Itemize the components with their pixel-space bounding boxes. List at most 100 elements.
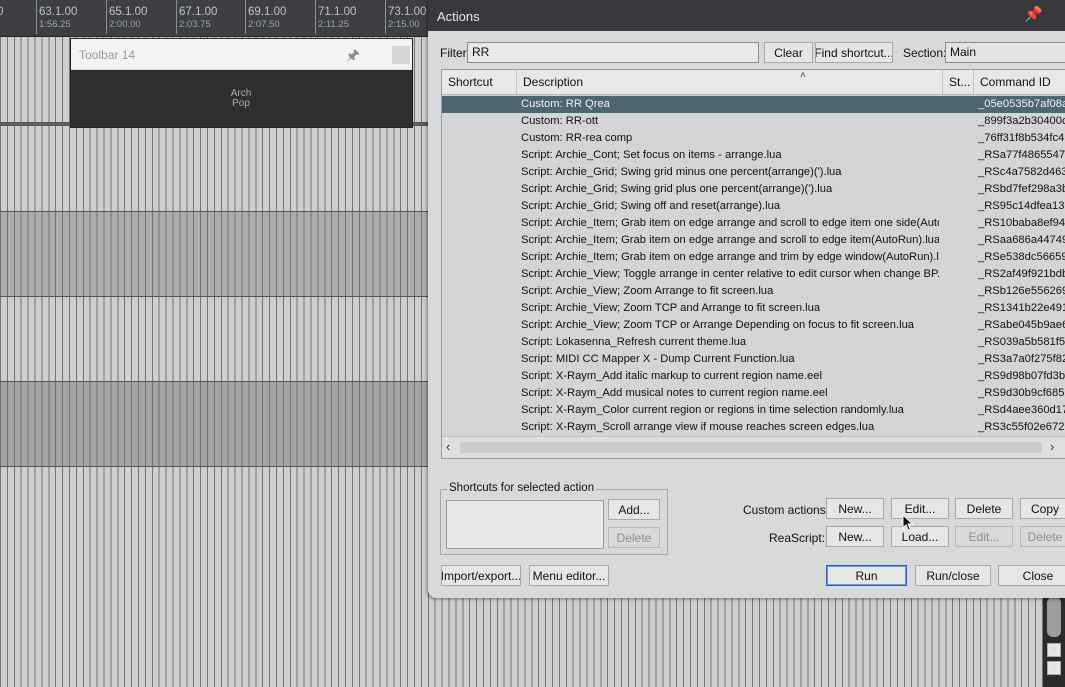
table-row[interactable]: Script: X-Raym_Add musical notes to curr…: [442, 385, 1065, 402]
reascript-new-button[interactable]: New...: [826, 526, 884, 547]
close-button[interactable]: Close: [998, 565, 1065, 586]
action-description: Script: Archie_View; Toggle arrange in c…: [521, 268, 939, 280]
table-row[interactable]: Script: Archie_View; Zoom Arrange to fit…: [442, 283, 1065, 300]
action-command-id: _RS9d98b07fd3b: [978, 370, 1065, 382]
pin-icon[interactable]: 📌: [1024, 5, 1043, 23]
scroll-right-icon[interactable]: ›: [1050, 439, 1054, 454]
run-close-button[interactable]: Run/close: [915, 565, 991, 586]
horizontal-scrollbar[interactable]: ‹ ›: [442, 436, 1065, 458]
clear-button[interactable]: Clear: [764, 42, 813, 63]
ruler-tick: 69.1.00 2:07.50: [244, 0, 287, 34]
ruler-tick: 73.1.00 2:15.00: [384, 0, 427, 34]
scrollbar-thumb[interactable]: [1047, 597, 1061, 637]
table-row[interactable]: Custom: RR-rea comp _76ff31f8b534fc4: [442, 130, 1065, 147]
table-row[interactable]: Custom: RR Qrea _05e0535b7af08a: [442, 96, 1065, 113]
column-header-shortcut[interactable]: Shortcut: [442, 70, 517, 94]
action-command-id: _RS3c55f02e672: [978, 421, 1065, 433]
scroll-left-icon[interactable]: ‹: [446, 439, 450, 454]
reascript-delete-button[interactable]: Delete: [1020, 526, 1065, 547]
scroll-down-icon[interactable]: ▼: [1047, 643, 1061, 657]
mouse-cursor-icon: [902, 514, 914, 532]
actions-list[interactable]: Shortcut Description ˄ St... Command ID …: [441, 69, 1065, 459]
action-command-id: _RSabe045b9ae6: [978, 319, 1065, 331]
action-description: Script: Archie_View; Zoom TCP or Arrange…: [521, 319, 915, 331]
table-row[interactable]: Script: X-Raym_Add italic markup to curr…: [442, 368, 1065, 385]
column-header-command-id[interactable]: Command ID: [974, 70, 1065, 94]
filter-label: Filter:: [440, 46, 470, 60]
custom-action-edit-button[interactable]: Edit...: [891, 498, 949, 519]
run-button[interactable]: Run: [826, 565, 907, 586]
toolbar-close-button[interactable]: [392, 46, 410, 64]
zoom-in-icon[interactable]: +: [1047, 661, 1061, 675]
reascript-load-button[interactable]: Load...: [891, 526, 949, 547]
table-row[interactable]: Script: Archie_View; Toggle arrange in c…: [442, 266, 1065, 283]
action-description: Script: Archie_Item; Grab item on edge a…: [521, 234, 939, 246]
table-row[interactable]: Script: X-Raym_Color current region or r…: [442, 402, 1065, 419]
table-row[interactable]: Script: Lokasenna_Refresh current theme.…: [442, 334, 1065, 351]
ruler-bar-label: 69.1.00: [248, 6, 287, 18]
action-command-id: _RSb126e556269: [978, 285, 1065, 297]
action-description: Script: X-Raym_Color current region or r…: [521, 404, 904, 416]
action-command-id: _RS039a5b581f5: [978, 336, 1065, 348]
action-description: Custom: RR Qrea: [521, 98, 610, 110]
delete-shortcut-button[interactable]: Delete: [608, 527, 660, 548]
toolbar-action-button[interactable]: Arch Pop: [221, 89, 261, 109]
table-row[interactable]: Script: Archie_View; Zoom TCP and Arrang…: [442, 300, 1065, 317]
table-row[interactable]: Script: Archie_Item; Grab item on edge a…: [442, 249, 1065, 266]
section-select[interactable]: Main: [945, 42, 1065, 63]
import-export-button[interactable]: Import/export...: [441, 565, 521, 586]
column-header-description[interactable]: Description ˄: [517, 70, 943, 94]
custom-action-copy-button[interactable]: Copy: [1020, 498, 1065, 519]
toolbar-window: Toolbar 14 🖈 Arch Pop: [70, 38, 413, 128]
table-row[interactable]: Script: Archie_Item; Grab item on edge a…: [442, 215, 1065, 232]
action-command-id: _RS1341b22e491: [978, 302, 1065, 314]
table-row[interactable]: Script: Archie_View; Zoom TCP or Arrange…: [442, 317, 1065, 334]
table-row[interactable]: Script: X-Raym_Scroll arrange view if mo…: [442, 419, 1065, 436]
reascript-edit-button[interactable]: Edit...: [955, 526, 1013, 547]
action-description: Script: Archie_Item; Grab item on edge a…: [521, 251, 939, 263]
ruler-tick: 67.1.00 2:03.75: [175, 0, 218, 34]
action-command-id: _RSaa686a44749: [978, 234, 1065, 246]
ruler-bar-label: 73.1.00: [388, 6, 427, 18]
table-row[interactable]: Custom: RR-ott _899f3a2b30400c: [442, 113, 1065, 130]
find-shortcut-button[interactable]: Find shortcut...: [815, 42, 893, 63]
table-row[interactable]: Script: Archie_Grid; Swing off and reset…: [442, 198, 1065, 215]
actions-titlebar[interactable]: Actions 📌: [428, 0, 1065, 31]
toolbar-title: Toolbar 14: [79, 48, 136, 62]
custom-action-delete-button[interactable]: Delete: [955, 498, 1013, 519]
shortcuts-list[interactable]: [446, 500, 604, 549]
add-shortcut-button[interactable]: Add...: [608, 499, 660, 520]
toolbar-titlebar[interactable]: Toolbar 14 🖈: [71, 39, 412, 70]
ruler-tick: 0: [0, 6, 3, 19]
action-command-id: _RSc4a7582d463: [978, 166, 1065, 178]
action-description: Script: Archie_View; Zoom TCP and Arrang…: [521, 302, 821, 314]
table-row[interactable]: Script: Archie_Grid; Swing grid minus on…: [442, 164, 1065, 181]
table-row[interactable]: Script: Archie_Grid; Swing grid plus one…: [442, 181, 1065, 198]
action-description: Script: X-Raym_Add musical notes to curr…: [521, 387, 828, 399]
table-row[interactable]: Script: Archie_Item; Grab item on edge a…: [442, 232, 1065, 249]
pin-icon[interactable]: 🖈: [346, 45, 360, 70]
action-command-id: _RS3a7a0f275f82: [978, 353, 1065, 365]
action-description: Script: Archie_Grid; Swing grid minus on…: [521, 166, 842, 178]
column-header-state[interactable]: St...: [943, 70, 974, 94]
action-command-id: _RSa77f4865547: [978, 149, 1065, 161]
scrollbar-thumb[interactable]: [460, 442, 1042, 453]
action-command-id: _RSd4aee360d17: [978, 404, 1065, 416]
custom-actions-label: Custom actions:: [743, 503, 830, 517]
toolbar-button-label: Pop: [232, 98, 250, 109]
actions-window: Actions 📌 Filter: RR Clear Find shortcut…: [428, 0, 1065, 598]
custom-action-new-button[interactable]: New...: [826, 498, 884, 519]
filter-input[interactable]: RR: [467, 42, 759, 63]
ruler-time-label: 1:56.25: [39, 19, 71, 30]
action-description: Script: Archie_View; Zoom Arrange to fit…: [521, 285, 774, 297]
table-row[interactable]: Script: Archie_Cont; Set focus on items …: [442, 147, 1065, 164]
menu-editor-button[interactable]: Menu editor...: [529, 565, 609, 586]
vertical-scrollbar[interactable]: ▼ +: [1043, 593, 1065, 687]
table-row[interactable]: Script: MIDI CC Mapper X - Dump Current …: [442, 351, 1065, 368]
ruler-time-label: 2:07.50: [248, 19, 280, 30]
action-command-id: _899f3a2b30400c: [978, 115, 1065, 127]
section-label: Section:: [903, 46, 947, 60]
list-rows: Custom: RR Qrea _05e0535b7af08a Custom: RR…: [442, 96, 1065, 436]
ruler-bar-label: 67.1.00: [179, 6, 218, 18]
ruler-time-label: 2:11.25: [318, 19, 349, 30]
